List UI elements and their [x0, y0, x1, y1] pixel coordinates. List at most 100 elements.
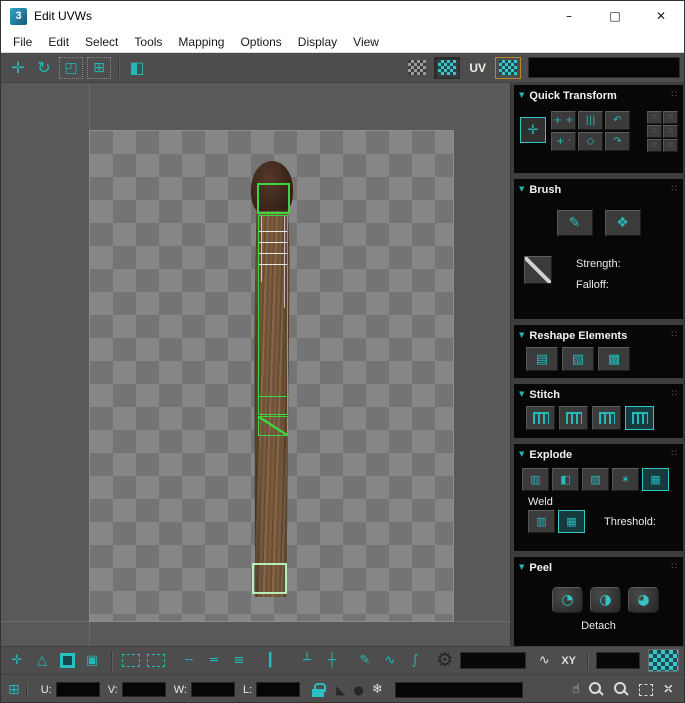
mirror-tool-button[interactable]: ◧ [124, 56, 150, 80]
stitch-tool-button-1[interactable] [526, 406, 555, 430]
soft-brush-button[interactable]: ✎ [354, 650, 376, 672]
menu-edit[interactable]: Edit [40, 33, 77, 51]
menu-tools[interactable]: Tools [126, 33, 170, 51]
explode-header[interactable]: ▼ Explode ∷ [514, 444, 683, 462]
scale-tool-button[interactable]: ◰ [59, 56, 83, 79]
snap-toggle-icon[interactable]: ● [353, 684, 363, 696]
stitch-tool-button-4[interactable] [625, 406, 654, 430]
panel-grip-icon[interactable]: ∷ [671, 185, 678, 194]
edge-loop-button-3[interactable]: ≡ [228, 650, 250, 672]
menu-file[interactable]: File [5, 33, 40, 51]
uv-shell-stick[interactable] [258, 215, 288, 415]
absolute-mode-icon[interactable]: ◣ [336, 684, 345, 696]
qt-align-button-1[interactable]: + + [551, 111, 576, 130]
zoom-region-icon[interactable] [614, 682, 629, 697]
qt-pair-button-5[interactable]: ∷ [647, 139, 662, 152]
texture-checker-button[interactable] [495, 56, 521, 79]
freeze-snowflake-icon[interactable]: ❄ [372, 683, 383, 696]
select-element-button[interactable] [120, 650, 142, 672]
show-map-toggle-button[interactable] [434, 56, 461, 79]
brush-header[interactable]: ▼ Brush ∷ [514, 179, 683, 197]
xy-space-label[interactable]: XY [561, 655, 576, 667]
peel-tool-button-1[interactable]: ◔ [552, 587, 583, 613]
brush-falloff-curve-button[interactable] [524, 256, 552, 284]
falloff-curve-button[interactable]: ∫ [404, 650, 426, 672]
transform-typein-button[interactable]: ✛ [6, 650, 28, 672]
falloff-wave-button[interactable]: ∿ [379, 650, 401, 672]
uv-shell-bottom[interactable] [252, 563, 287, 594]
freeform-tool-button[interactable]: ⊞ [87, 56, 111, 79]
soft-selection-gear-icon[interactable]: ⚙ [436, 651, 453, 670]
reshape-tool-button-3[interactable]: ▩ [598, 347, 630, 371]
falloff-value-field[interactable] [460, 652, 527, 669]
align-tee-button[interactable]: ┴ [296, 650, 318, 672]
reshape-header[interactable]: ▼ Reshape Elements ∷ [514, 325, 683, 343]
peel-tool-button-2[interactable]: ◑ [590, 587, 621, 613]
transform-gizmo-icon[interactable]: ⊞ [8, 683, 20, 697]
stitch-tool-button-3[interactable] [592, 406, 621, 430]
menu-display[interactable]: Display [290, 33, 345, 51]
target-weld-button[interactable]: ▦ [558, 510, 585, 533]
qt-pair-button-1[interactable]: ∷ [647, 111, 662, 124]
panel-grip-icon[interactable]: ∷ [671, 390, 678, 399]
peel-header[interactable]: ▼ Peel ∷ [514, 557, 683, 575]
face-mode-button[interactable] [56, 650, 78, 672]
relax-brush-button[interactable]: ❖ [604, 210, 641, 236]
vertex-mode-button[interactable]: △ [31, 650, 53, 672]
menu-view[interactable]: View [345, 33, 387, 51]
qt-align-button-2[interactable]: ||| [578, 111, 603, 130]
qt-move-mode-button[interactable]: ✛ [520, 117, 546, 143]
limit-value-field[interactable] [596, 652, 640, 669]
paint-move-brush-button[interactable]: ✎ [556, 210, 593, 236]
w-value-field[interactable] [190, 682, 235, 697]
weld-selected-button[interactable]: ▥ [528, 510, 555, 533]
zoom-icon[interactable] [589, 682, 604, 697]
qt-rotate-ccw-button[interactable]: ↶ [605, 111, 630, 130]
qt-pair-button-3[interactable]: ∷ [647, 125, 662, 138]
uv-editor-canvas[interactable] [1, 83, 511, 646]
edge-loop-button-1[interactable]: ╌ [178, 650, 200, 672]
stitch-header[interactable]: ▼ Stitch ∷ [514, 384, 683, 402]
explode-tool-button-3[interactable]: ▨ [582, 468, 609, 491]
grow-selection-button[interactable] [145, 650, 167, 672]
qt-pair-button-4[interactable]: ∷ [663, 125, 678, 138]
spline-falloff-button[interactable]: ∿ [533, 650, 555, 672]
panel-grip-icon[interactable]: ∷ [671, 91, 678, 100]
menu-select[interactable]: Select [77, 33, 126, 51]
maximize-button[interactable]: □ [592, 1, 638, 31]
reshape-tool-button-2[interactable]: ▧ [562, 347, 594, 371]
move-tool-button[interactable]: ✛ [5, 56, 31, 80]
element-mode-button[interactable]: ▣ [81, 650, 103, 672]
v-value-field[interactable] [121, 682, 166, 697]
panel-grip-icon[interactable]: ∷ [671, 450, 678, 459]
status-value-field[interactable] [394, 681, 523, 698]
peel-tool-button-3[interactable]: ◕ [628, 587, 659, 613]
qt-pair-button-6[interactable]: ∷ [663, 139, 678, 152]
menu-options[interactable]: Options [232, 33, 289, 51]
checker-pattern-button[interactable] [404, 57, 430, 79]
qt-rotate-cw-button[interactable]: ↷ [605, 132, 630, 151]
zoom-selected-icon[interactable]: ✛ [658, 680, 676, 698]
uv-shell-head[interactable] [257, 183, 290, 214]
explode-tool-button-1[interactable]: ▥ [522, 468, 549, 491]
minimize-button[interactable]: – [546, 1, 592, 31]
explode-tool-button-4[interactable]: ✶ [612, 468, 639, 491]
toggle-checker-display-button[interactable] [648, 649, 679, 672]
qt-align-button-3[interactable]: + · [551, 132, 576, 151]
zoom-extents-icon[interactable] [639, 683, 654, 696]
panel-grip-icon[interactable]: ∷ [671, 331, 678, 340]
rotate-tool-button[interactable]: ↻ [31, 56, 57, 80]
quick-transform-header[interactable]: ▼ Quick Transform ∷ [514, 85, 683, 103]
lock-selected-icon[interactable] [312, 682, 327, 697]
edge-bar-button[interactable]: ▎ [263, 650, 285, 672]
qt-pair-button-2[interactable]: ∷ [663, 111, 678, 124]
close-button[interactable]: ✕ [638, 1, 684, 31]
explode-tool-button-5[interactable]: ▦ [642, 468, 669, 491]
texture-list-dropdown[interactable] [528, 57, 680, 78]
stitch-tool-button-2[interactable] [559, 406, 588, 430]
explode-tool-button-2[interactable]: ◧ [552, 468, 579, 491]
l-value-field[interactable] [256, 682, 301, 697]
align-cross-button[interactable]: ┼ [321, 650, 343, 672]
qt-space-button[interactable]: ◇ [578, 132, 603, 151]
menu-mapping[interactable]: Mapping [170, 33, 232, 51]
